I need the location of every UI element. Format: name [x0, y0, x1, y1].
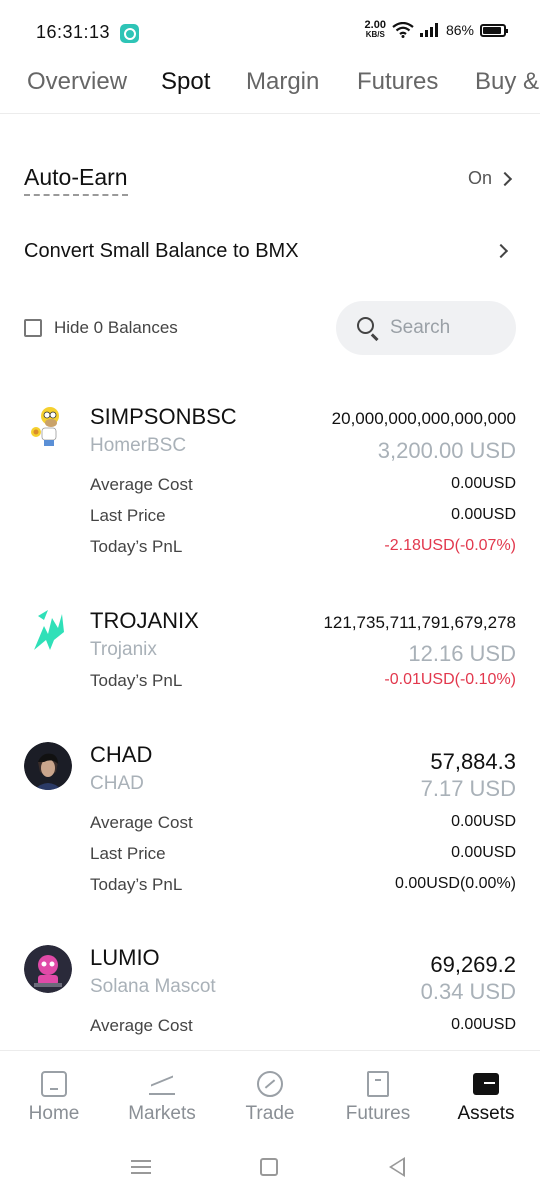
trade-icon [257, 1071, 283, 1097]
asset-item-trojanix[interactable]: TROJANIX Trojanix 121,735,711,791,679,27… [24, 606, 516, 701]
home-icon [41, 1071, 67, 1097]
todays-pnl-row: Today’s PnL -0.01USD(-0.10%) [90, 671, 516, 690]
nav-assets[interactable]: Assets [432, 1071, 540, 1125]
nav-home[interactable]: Home [0, 1071, 108, 1125]
homer-token-logo [31, 407, 59, 446]
futures-icon [367, 1071, 389, 1097]
asset-symbol: CHAD [90, 742, 153, 767]
average-cost-value: 0.00USD [451, 1016, 516, 1033]
chevron-right-icon [497, 171, 513, 186]
average-cost-value: 0.00USD [451, 475, 516, 492]
search-input[interactable]: Search [336, 301, 516, 355]
tab-buy[interactable]: Buy & [475, 68, 539, 96]
asset-usd-value: 0.34 USD [420, 979, 516, 1004]
todays-pnl-value: 0.00USD(0.00%) [395, 875, 516, 892]
asset-item-simpsonbsc[interactable]: SIMPSONBSC HomerBSC 20,000,000,000,000,0… [24, 400, 516, 565]
todays-pnl-row: Today’s PnL 0.00USD(0.00%) [90, 875, 516, 894]
asset-quantity: 69,269.2 [430, 952, 516, 977]
trojanix-token-logo [34, 610, 64, 650]
markets-icon [149, 1071, 175, 1097]
wifi-icon [392, 22, 414, 38]
app-notification-icon [120, 24, 139, 43]
asset-usd-value: 12.16 USD [408, 641, 516, 666]
last-price-value: 0.00USD [451, 506, 516, 523]
status-bar: 16:31:13 2.00 KB/S 86% [0, 0, 540, 62]
asset-name: Trojanix [90, 639, 157, 660]
hide-zero-balances[interactable]: Hide 0 Balances [24, 318, 178, 338]
battery-icon [480, 23, 508, 37]
lumio-token-logo [24, 945, 72, 993]
asset-symbol: SIMPSONBSC [90, 404, 237, 429]
search-placeholder: Search [390, 317, 451, 338]
auto-earn-row[interactable]: Auto-Earn On [24, 164, 516, 200]
hide-zero-checkbox[interactable] [24, 319, 42, 337]
auto-earn-status-text: On [467, 168, 492, 188]
nav-trade[interactable]: Trade [216, 1071, 324, 1125]
status-time: 16:31:13 [36, 22, 111, 42]
asset-symbol: TROJANIX [90, 608, 199, 633]
average-cost-row: Average Cost 0.00USD [90, 475, 516, 494]
asset-name: HomerBSC [90, 435, 187, 456]
asset-name: CHAD [90, 773, 144, 794]
asset-name: Solana Mascot [90, 976, 216, 997]
asset-usd-value: 7.17 USD [420, 776, 516, 801]
bottom-nav: Home Markets Trade Futures Assets [0, 1050, 540, 1138]
battery-percent: 86% [445, 22, 474, 38]
asset-quantity: 57,884.3 [430, 749, 516, 774]
todays-pnl-value: -0.01USD(-0.10%) [384, 671, 516, 688]
last-price-row: Last Price 0.00USD [90, 844, 516, 863]
asset-quantity: 20,000,000,000,000,000 [331, 409, 516, 428]
tab-overview[interactable]: Overview [27, 68, 127, 96]
asset-usd-value: 3,200.00 USD [377, 438, 516, 463]
convert-small-balance-row[interactable]: Convert Small Balance to BMX [24, 240, 516, 270]
asset-quantity: 121,735,711,791,679,278 [323, 613, 516, 632]
nav-futures[interactable]: Futures [324, 1071, 432, 1125]
tab-futures[interactable]: Futures [357, 68, 438, 96]
tab-margin[interactable]: Margin [246, 68, 319, 96]
asset-tabs: Overview Spot Margin Futures Buy & [0, 62, 540, 114]
auto-earn-status[interactable]: On [467, 168, 513, 189]
back-icon[interactable] [389, 1157, 405, 1177]
home-button-icon[interactable] [260, 1158, 278, 1176]
todays-pnl-row: Today’s PnL -2.18USD(-0.07%) [90, 537, 516, 556]
asset-symbol: LUMIO [90, 945, 160, 970]
status-indicators: 2.00 KB/S 86% [364, 19, 508, 40]
recent-apps-icon[interactable] [131, 1160, 151, 1174]
tab-spot[interactable]: Spot [161, 68, 210, 96]
net-speed: 2.00 KB/S [364, 19, 386, 40]
system-nav-bar [0, 1140, 540, 1200]
asset-item-lumio[interactable]: LUMIO Solana Mascot 69,269.2 0.34 USD Av… [24, 945, 516, 1045]
average-cost-row: Average Cost 0.00USD [90, 813, 516, 832]
auto-earn-label[interactable]: Auto-Earn [24, 164, 128, 196]
search-icon [356, 316, 380, 340]
assets-icon [473, 1073, 499, 1095]
chevron-right-icon [493, 243, 509, 259]
signal-icon [419, 23, 438, 37]
convert-label: Convert Small Balance to BMX [24, 240, 299, 262]
asset-item-chad[interactable]: CHAD CHAD 57,884.3 7.17 USD Average Cost… [24, 742, 516, 902]
nav-markets[interactable]: Markets [108, 1071, 216, 1125]
average-cost-row: Average Cost 0.00USD [90, 1016, 516, 1035]
chad-token-logo [24, 742, 72, 790]
average-cost-value: 0.00USD [451, 813, 516, 830]
last-price-row: Last Price 0.00USD [90, 506, 516, 525]
last-price-value: 0.00USD [451, 844, 516, 861]
hide-zero-label: Hide 0 Balances [54, 318, 178, 337]
todays-pnl-value: -2.18USD(-0.07%) [384, 537, 516, 554]
